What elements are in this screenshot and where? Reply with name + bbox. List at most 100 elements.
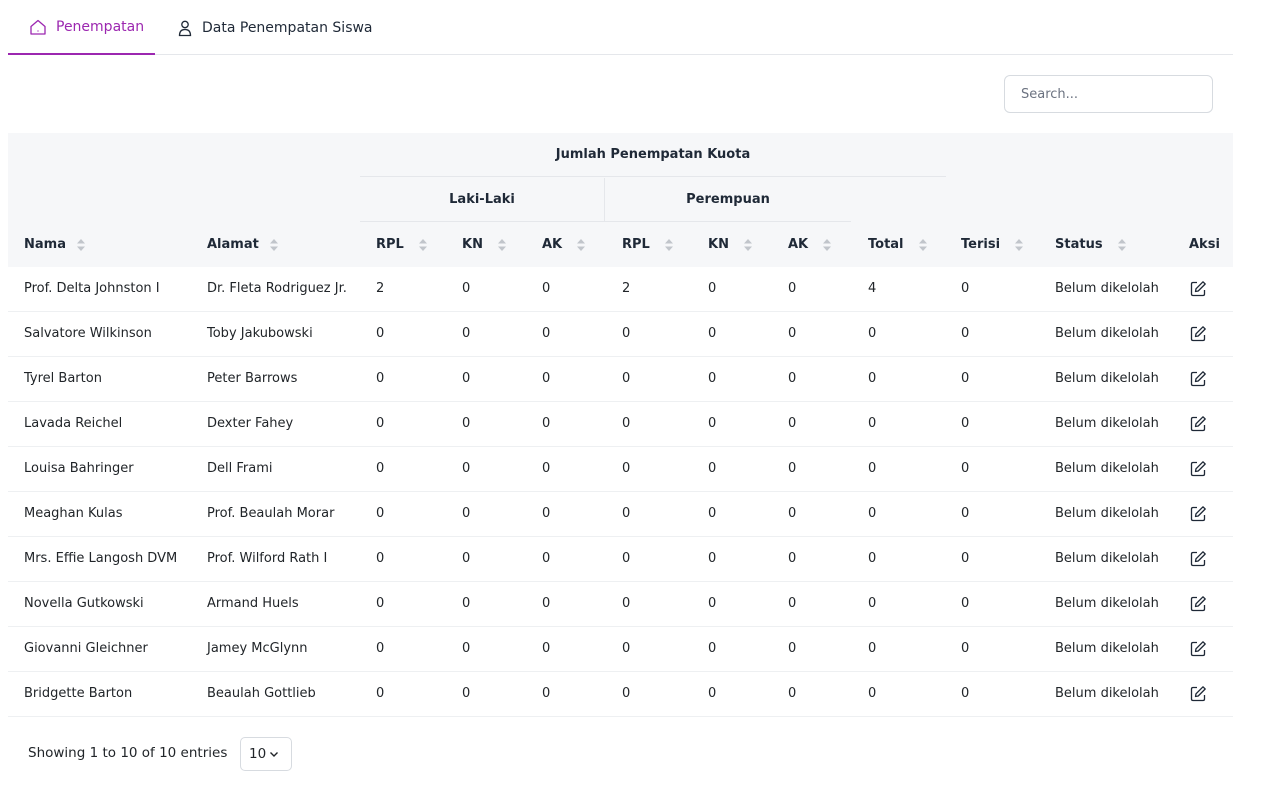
- cell-l-rpl: 2: [376, 281, 385, 296]
- cell-status: Belum dikelolah: [1055, 461, 1159, 476]
- edit-icon[interactable]: [1189, 595, 1207, 613]
- column-header-p-rpl-label: RPL: [622, 237, 650, 252]
- sort-icon: [269, 238, 279, 252]
- column-header-l-ak[interactable]: AK: [542, 222, 586, 267]
- column-header-nama[interactable]: Nama: [24, 222, 86, 267]
- column-header-total[interactable]: Total: [868, 222, 928, 267]
- entries-summary: Showing 1 to 10 of 10 entries: [28, 745, 228, 761]
- edit-icon[interactable]: [1189, 280, 1207, 298]
- cell-nama: Novella Gutkowski: [24, 596, 144, 611]
- cell-p-ak: 0: [788, 416, 797, 431]
- cell-terisi: 0: [961, 596, 970, 611]
- sort-icon: [664, 238, 674, 252]
- cell-l-kn: 0: [462, 371, 471, 386]
- cell-l-ak: 0: [542, 416, 551, 431]
- cell-l-kn: 0: [462, 596, 471, 611]
- cell-nama: Lavada Reichel: [24, 416, 123, 431]
- table-row: Meaghan Kulas Prof. Beaulah Morar 0 0 0 …: [8, 492, 1233, 537]
- cell-l-ak: 0: [542, 461, 551, 476]
- cell-terisi: 0: [961, 371, 970, 386]
- edit-icon[interactable]: [1189, 370, 1207, 388]
- column-header-p-ak[interactable]: AK: [788, 222, 832, 267]
- page-size-select[interactable]: 10: [240, 737, 292, 771]
- cell-total: 0: [868, 551, 877, 566]
- cell-alamat: Jamey McGlynn: [207, 641, 308, 656]
- sort-icon: [576, 238, 586, 252]
- cell-status: Belum dikelolah: [1055, 416, 1159, 431]
- sort-icon: [76, 238, 86, 252]
- table-row: Salvatore Wilkinson Toby Jakubowski 0 0 …: [8, 312, 1233, 357]
- cell-p-ak: 0: [788, 596, 797, 611]
- table-row: Prof. Delta Johnston I Dr. Fleta Rodrigu…: [8, 267, 1233, 312]
- edit-icon[interactable]: [1189, 505, 1207, 523]
- sort-icon: [418, 238, 428, 252]
- group-header-jumlah-penempatan-kuota: Jumlah Penempatan Kuota: [360, 133, 946, 177]
- edit-icon[interactable]: [1189, 460, 1207, 478]
- cell-status: Belum dikelolah: [1055, 506, 1159, 521]
- column-header-terisi-label: Terisi: [961, 237, 1001, 252]
- cell-p-rpl: 2: [622, 281, 631, 296]
- column-header-p-kn-label: KN: [708, 237, 729, 252]
- cell-status: Belum dikelolah: [1055, 686, 1159, 701]
- sort-icon: [743, 238, 753, 252]
- column-header-p-ak-label: AK: [788, 237, 809, 252]
- cell-p-kn: 0: [708, 461, 717, 476]
- cell-total: 0: [868, 416, 877, 431]
- column-header-aksi-label: Aksi: [1189, 237, 1220, 252]
- search-input[interactable]: [1004, 75, 1213, 113]
- cell-p-kn: 0: [708, 281, 717, 296]
- sort-icon: [1117, 238, 1127, 252]
- cell-alamat: Dexter Fahey: [207, 416, 294, 431]
- cell-total: 0: [868, 326, 877, 341]
- column-header-p-rpl[interactable]: RPL: [622, 222, 674, 267]
- cell-total: 0: [868, 506, 877, 521]
- cell-alamat: Armand Huels: [207, 596, 299, 611]
- cell-l-rpl: 0: [376, 596, 385, 611]
- cell-p-rpl: 0: [622, 551, 631, 566]
- cell-l-kn: 0: [462, 416, 471, 431]
- column-header-l-rpl[interactable]: RPL: [376, 222, 428, 267]
- subgroup-header-perempuan: Perempuan: [605, 178, 851, 222]
- column-header-terisi[interactable]: Terisi: [961, 222, 1024, 267]
- sort-icon: [497, 238, 507, 252]
- column-header-total-label: Total: [868, 237, 904, 252]
- cell-p-kn: 0: [708, 551, 717, 566]
- cell-p-rpl: 0: [622, 326, 631, 341]
- cell-l-ak: 0: [542, 596, 551, 611]
- column-header-l-kn[interactable]: KN: [462, 222, 507, 267]
- cell-p-kn: 0: [708, 326, 717, 341]
- cell-l-rpl: 0: [376, 416, 385, 431]
- cell-p-ak: 0: [788, 326, 797, 341]
- cell-nama: Giovanni Gleichner: [24, 641, 148, 656]
- cell-l-ak: 0: [542, 371, 551, 386]
- chevron-down-icon: [268, 748, 280, 760]
- tab-data-penempatan-siswa[interactable]: Data Penempatan Siswa: [176, 0, 373, 55]
- cell-terisi: 0: [961, 326, 970, 341]
- edit-icon[interactable]: [1189, 415, 1207, 433]
- column-header-p-kn[interactable]: KN: [708, 222, 753, 267]
- edit-icon[interactable]: [1189, 640, 1207, 658]
- column-header-aksi: Aksi: [1189, 222, 1220, 267]
- column-header-l-rpl-label: RPL: [376, 237, 404, 252]
- cell-total: 0: [868, 641, 877, 656]
- cell-p-kn: 0: [708, 641, 717, 656]
- column-header-status[interactable]: Status: [1055, 222, 1127, 267]
- cell-p-ak: 0: [788, 551, 797, 566]
- cell-status: Belum dikelolah: [1055, 596, 1159, 611]
- edit-icon[interactable]: [1189, 550, 1207, 568]
- tab-data-penempatan-siswa-label: Data Penempatan Siswa: [202, 19, 373, 36]
- cell-status: Belum dikelolah: [1055, 281, 1159, 296]
- edit-icon[interactable]: [1189, 685, 1207, 703]
- column-header-alamat[interactable]: Alamat: [207, 222, 279, 267]
- tab-penempatan[interactable]: Penempatan: [8, 0, 155, 55]
- cell-nama: Louisa Bahringer: [24, 461, 134, 476]
- cell-p-ak: 0: [788, 461, 797, 476]
- cell-l-rpl: 0: [376, 551, 385, 566]
- cell-terisi: 0: [961, 506, 970, 521]
- cell-p-rpl: 0: [622, 506, 631, 521]
- edit-icon[interactable]: [1189, 325, 1207, 343]
- cell-total: 0: [868, 461, 877, 476]
- table-row: Louisa Bahringer Dell Frami 0 0 0 0 0 0 …: [8, 447, 1233, 492]
- cell-p-rpl: 0: [622, 686, 631, 701]
- cell-p-ak: 0: [788, 686, 797, 701]
